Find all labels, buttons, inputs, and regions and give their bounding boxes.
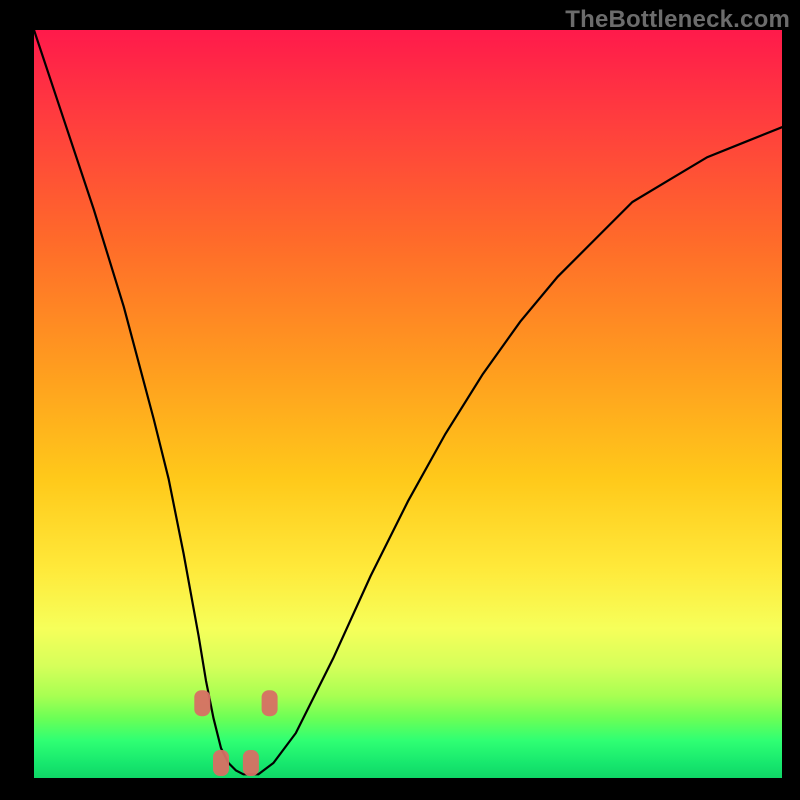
- curve-marker: [243, 750, 259, 776]
- curve-svg: [34, 30, 782, 778]
- curve-marker: [194, 690, 210, 716]
- curve-marker: [262, 690, 278, 716]
- chart-frame: TheBottleneck.com: [0, 0, 800, 800]
- plot-area: [34, 30, 782, 778]
- bottleneck-curve: [34, 30, 782, 774]
- curve-markers: [194, 690, 277, 776]
- curve-marker: [213, 750, 229, 776]
